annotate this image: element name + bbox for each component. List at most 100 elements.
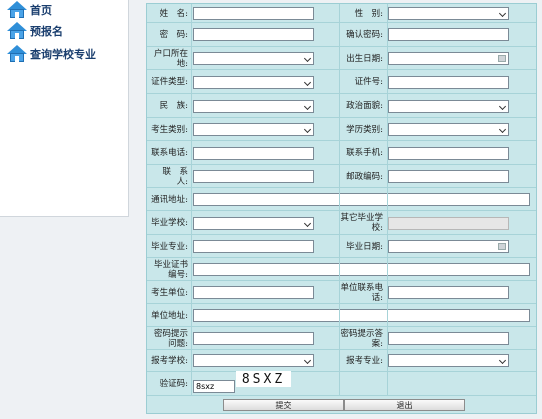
apply-school-label: 报考学校: — [151, 356, 188, 366]
chevron-down-icon — [498, 9, 507, 18]
captcha-label: 验证码: — [159, 379, 188, 389]
postal-label: 邮政编码: — [346, 171, 383, 182]
ethnicity-label: 民 族: — [159, 101, 188, 111]
sidebar-item-pre-registration[interactable]: 预报名 — [7, 22, 63, 40]
captcha-image[interactable]: 8SXZ — [236, 371, 291, 387]
household-label: 户口所在地: — [153, 48, 188, 69]
employer-input[interactable] — [193, 286, 314, 299]
politics-label: 政治面貌: — [346, 101, 383, 111]
password-label: 密 码: — [159, 30, 188, 40]
chevron-down-icon — [303, 78, 312, 87]
hint-question-input[interactable] — [193, 332, 314, 345]
exit-button[interactable]: 退出 — [344, 399, 465, 411]
form-row: 民 族: 政治面貌: — [147, 94, 536, 118]
form-actions: 提交 退出 — [147, 396, 536, 414]
form-row: 联 系 人: 邮政编码: — [147, 165, 536, 188]
chevron-down-icon — [498, 102, 507, 111]
candidate-type-label: 考生类别: — [151, 124, 188, 135]
form-row: 密码提示问题: 密码提示答案: — [147, 327, 536, 350]
hint-question-label: 密码提示问题: — [153, 328, 188, 349]
contact-input[interactable] — [193, 170, 314, 183]
birth-date-input[interactable] — [388, 52, 509, 65]
apply-major-select[interactable] — [388, 354, 509, 367]
mobile-input[interactable] — [388, 147, 509, 160]
calendar-icon[interactable] — [498, 243, 506, 250]
sidebar-item-school-major-query[interactable]: 查询学校专业 — [7, 45, 96, 63]
form-row: 毕业学校: 其它毕业学校: — [147, 211, 536, 235]
chevron-down-icon — [303, 54, 312, 63]
grad-date-input[interactable] — [388, 240, 509, 253]
cert-number-input[interactable] — [193, 263, 530, 276]
sidebar-item-label: 查询学校专业 — [30, 48, 96, 61]
registration-form: 姓 名: 性 别: 密 码: 确认密码: 户口所在地: 出生日期: 证件类型: … — [146, 3, 537, 414]
form-row: 密 码: 确认密码: — [147, 23, 536, 47]
hint-answer-input[interactable] — [388, 332, 509, 345]
sidebar-item-home[interactable]: 首页 — [7, 1, 52, 19]
grad-major-label: 毕业专业: — [151, 241, 188, 252]
politics-select[interactable] — [388, 100, 509, 113]
ethnicity-select[interactable] — [193, 100, 314, 113]
sidebar-item-label: 首页 — [30, 4, 52, 17]
address-input[interactable] — [193, 193, 530, 206]
address-label: 通讯地址: — [151, 194, 188, 205]
calendar-icon[interactable] — [498, 55, 506, 62]
apply-major-label: 报考专业: — [346, 356, 383, 366]
password-input[interactable] — [193, 28, 314, 41]
form-row: 户口所在地: 出生日期: — [147, 47, 536, 70]
employer-phone-label: 单位联系电话: — [340, 282, 383, 303]
grad-major-input[interactable] — [193, 240, 314, 253]
home-icon — [7, 45, 27, 63]
form-row: 考生类别: 学历类别: — [147, 118, 536, 141]
confirm-password-input[interactable] — [388, 28, 509, 41]
other-school-input — [388, 217, 509, 230]
employer-phone-input[interactable] — [388, 286, 509, 299]
employer-address-label: 单位地址: — [151, 310, 188, 321]
id-number-input[interactable] — [388, 76, 509, 89]
grad-school-select[interactable] — [193, 217, 314, 230]
page: 首页 预报名 查询学校专业 姓 名: 性 别: 密 码: 确认密码: 户口所在地… — [0, 0, 542, 419]
cert-number-label: 毕业证书编号: — [153, 259, 188, 280]
form-row: 毕业专业: 毕业日期: — [147, 235, 536, 258]
employer-label: 考生单位: — [151, 287, 188, 298]
submit-button[interactable]: 提交 — [223, 399, 344, 411]
column-divider — [191, 4, 192, 396]
postal-code-input[interactable] — [388, 170, 509, 183]
column-divider — [339, 4, 340, 396]
form-row: 考生单位: 单位联系电话: — [147, 281, 536, 304]
education-type-select[interactable] — [388, 123, 509, 136]
gender-select[interactable] — [388, 7, 509, 20]
phone-input[interactable] — [193, 147, 314, 160]
chevron-down-icon — [303, 125, 312, 134]
phone-label: 联系电话: — [151, 148, 188, 158]
chevron-down-icon — [303, 356, 312, 365]
form-row: 证件类型: 证件号: — [147, 70, 536, 94]
grad-school-label: 毕业学校: — [151, 218, 188, 228]
sidebar-item-label: 预报名 — [30, 25, 63, 38]
chevron-down-icon — [303, 102, 312, 111]
id-type-select[interactable] — [193, 76, 314, 89]
birth-date-label: 出生日期: — [346, 53, 383, 64]
home-icon — [7, 1, 27, 19]
id-number-label: 证件号: — [354, 77, 383, 87]
captcha-input[interactable] — [193, 380, 235, 393]
form-row: 报考学校: 报考专业: — [147, 350, 536, 372]
household-select[interactable] — [193, 52, 314, 65]
chevron-down-icon — [498, 356, 507, 365]
gender-label: 性 别: — [354, 8, 383, 19]
form-row: 姓 名: 性 别: — [147, 4, 536, 23]
chevron-down-icon — [498, 125, 507, 134]
grad-date-label: 毕业日期: — [346, 241, 383, 252]
form-row: 单位地址: — [147, 304, 536, 327]
name-input[interactable] — [193, 7, 314, 20]
chevron-down-icon — [303, 219, 312, 228]
candidate-type-select[interactable] — [193, 123, 314, 136]
contact-label: 联 系 人: — [162, 166, 196, 187]
other-school-label: 其它毕业学校: — [340, 213, 383, 233]
apply-school-select[interactable] — [193, 354, 314, 367]
id-type-label: 证件类型: — [151, 77, 188, 87]
sidebar-nav: 首页 预报名 查询学校专业 — [0, 0, 129, 217]
employer-address-input[interactable] — [193, 309, 530, 322]
form-row: 毕业证书编号: — [147, 258, 536, 281]
form-row: 联系电话: 联系手机: — [147, 141, 536, 165]
home-icon — [7, 22, 27, 40]
